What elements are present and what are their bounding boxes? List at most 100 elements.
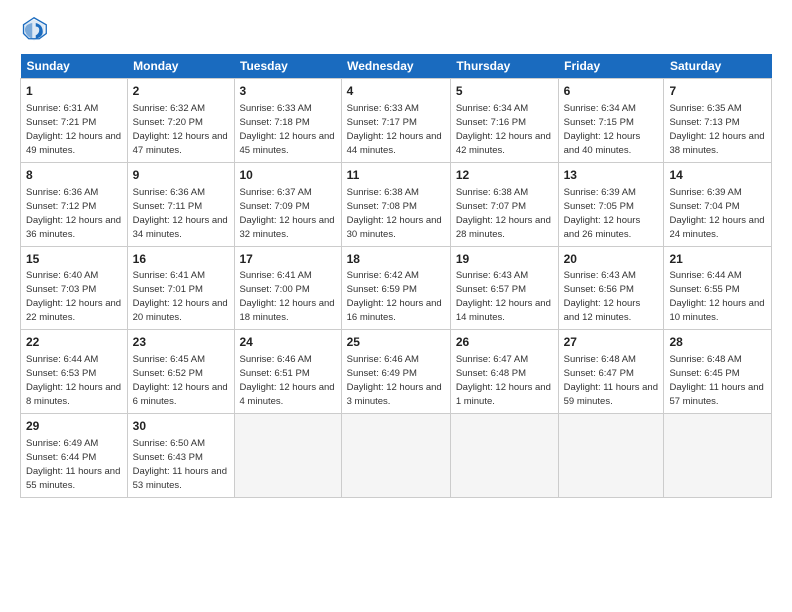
col-thursday: Thursday bbox=[450, 54, 558, 79]
table-row bbox=[450, 414, 558, 498]
cell-info: Sunrise: 6:49 AMSunset: 6:44 PMDaylight:… bbox=[26, 438, 120, 491]
table-row: 25 Sunrise: 6:46 AMSunset: 6:49 PMDaylig… bbox=[341, 330, 450, 414]
calendar-week-row: 15 Sunrise: 6:40 AMSunset: 7:03 PMDaylig… bbox=[21, 246, 772, 330]
day-number: 24 bbox=[240, 334, 336, 351]
cell-info: Sunrise: 6:31 AMSunset: 7:21 PMDaylight:… bbox=[26, 103, 121, 156]
table-row: 13 Sunrise: 6:39 AMSunset: 7:05 PMDaylig… bbox=[558, 162, 664, 246]
cell-info: Sunrise: 6:43 AMSunset: 6:56 PMDaylight:… bbox=[564, 270, 641, 323]
table-row: 5 Sunrise: 6:34 AMSunset: 7:16 PMDayligh… bbox=[450, 79, 558, 163]
table-row: 30 Sunrise: 6:50 AMSunset: 6:43 PMDaylig… bbox=[127, 414, 234, 498]
table-row: 9 Sunrise: 6:36 AMSunset: 7:11 PMDayligh… bbox=[127, 162, 234, 246]
day-number: 16 bbox=[133, 251, 229, 268]
day-number: 10 bbox=[240, 167, 336, 184]
logo-icon bbox=[20, 16, 48, 44]
day-number: 21 bbox=[669, 251, 766, 268]
col-tuesday: Tuesday bbox=[234, 54, 341, 79]
table-row: 15 Sunrise: 6:40 AMSunset: 7:03 PMDaylig… bbox=[21, 246, 128, 330]
table-row bbox=[234, 414, 341, 498]
table-row: 24 Sunrise: 6:46 AMSunset: 6:51 PMDaylig… bbox=[234, 330, 341, 414]
col-friday: Friday bbox=[558, 54, 664, 79]
col-wednesday: Wednesday bbox=[341, 54, 450, 79]
day-number: 26 bbox=[456, 334, 553, 351]
table-row bbox=[341, 414, 450, 498]
table-row: 26 Sunrise: 6:47 AMSunset: 6:48 PMDaylig… bbox=[450, 330, 558, 414]
table-row bbox=[664, 414, 772, 498]
day-number: 29 bbox=[26, 418, 122, 435]
calendar-week-row: 22 Sunrise: 6:44 AMSunset: 6:53 PMDaylig… bbox=[21, 330, 772, 414]
day-number: 6 bbox=[564, 83, 659, 100]
table-row: 16 Sunrise: 6:41 AMSunset: 7:01 PMDaylig… bbox=[127, 246, 234, 330]
table-row: 27 Sunrise: 6:48 AMSunset: 6:47 PMDaylig… bbox=[558, 330, 664, 414]
logo bbox=[20, 16, 52, 44]
table-row: 20 Sunrise: 6:43 AMSunset: 6:56 PMDaylig… bbox=[558, 246, 664, 330]
cell-info: Sunrise: 6:35 AMSunset: 7:13 PMDaylight:… bbox=[669, 103, 764, 156]
table-row: 1 Sunrise: 6:31 AMSunset: 7:21 PMDayligh… bbox=[21, 79, 128, 163]
cell-info: Sunrise: 6:43 AMSunset: 6:57 PMDaylight:… bbox=[456, 270, 551, 323]
table-row: 12 Sunrise: 6:38 AMSunset: 7:07 PMDaylig… bbox=[450, 162, 558, 246]
cell-info: Sunrise: 6:47 AMSunset: 6:48 PMDaylight:… bbox=[456, 354, 551, 407]
day-number: 9 bbox=[133, 167, 229, 184]
cell-info: Sunrise: 6:32 AMSunset: 7:20 PMDaylight:… bbox=[133, 103, 228, 156]
table-row: 6 Sunrise: 6:34 AMSunset: 7:15 PMDayligh… bbox=[558, 79, 664, 163]
day-number: 13 bbox=[564, 167, 659, 184]
table-row: 2 Sunrise: 6:32 AMSunset: 7:20 PMDayligh… bbox=[127, 79, 234, 163]
cell-info: Sunrise: 6:34 AMSunset: 7:16 PMDaylight:… bbox=[456, 103, 551, 156]
day-number: 12 bbox=[456, 167, 553, 184]
table-row: 7 Sunrise: 6:35 AMSunset: 7:13 PMDayligh… bbox=[664, 79, 772, 163]
cell-info: Sunrise: 6:40 AMSunset: 7:03 PMDaylight:… bbox=[26, 270, 121, 323]
cell-info: Sunrise: 6:46 AMSunset: 6:49 PMDaylight:… bbox=[347, 354, 442, 407]
col-sunday: Sunday bbox=[21, 54, 128, 79]
cell-info: Sunrise: 6:33 AMSunset: 7:18 PMDaylight:… bbox=[240, 103, 335, 156]
day-number: 8 bbox=[26, 167, 122, 184]
table-row: 21 Sunrise: 6:44 AMSunset: 6:55 PMDaylig… bbox=[664, 246, 772, 330]
table-row: 23 Sunrise: 6:45 AMSunset: 6:52 PMDaylig… bbox=[127, 330, 234, 414]
day-number: 4 bbox=[347, 83, 445, 100]
day-number: 28 bbox=[669, 334, 766, 351]
table-row bbox=[558, 414, 664, 498]
table-row: 18 Sunrise: 6:42 AMSunset: 6:59 PMDaylig… bbox=[341, 246, 450, 330]
day-number: 30 bbox=[133, 418, 229, 435]
cell-info: Sunrise: 6:39 AMSunset: 7:04 PMDaylight:… bbox=[669, 187, 764, 240]
table-row: 11 Sunrise: 6:38 AMSunset: 7:08 PMDaylig… bbox=[341, 162, 450, 246]
table-row: 3 Sunrise: 6:33 AMSunset: 7:18 PMDayligh… bbox=[234, 79, 341, 163]
cell-info: Sunrise: 6:34 AMSunset: 7:15 PMDaylight:… bbox=[564, 103, 641, 156]
cell-info: Sunrise: 6:38 AMSunset: 7:07 PMDaylight:… bbox=[456, 187, 551, 240]
table-row: 10 Sunrise: 6:37 AMSunset: 7:09 PMDaylig… bbox=[234, 162, 341, 246]
table-row: 14 Sunrise: 6:39 AMSunset: 7:04 PMDaylig… bbox=[664, 162, 772, 246]
page: Sunday Monday Tuesday Wednesday Thursday… bbox=[0, 0, 792, 514]
day-number: 1 bbox=[26, 83, 122, 100]
day-number: 22 bbox=[26, 334, 122, 351]
day-number: 14 bbox=[669, 167, 766, 184]
day-number: 5 bbox=[456, 83, 553, 100]
col-monday: Monday bbox=[127, 54, 234, 79]
cell-info: Sunrise: 6:45 AMSunset: 6:52 PMDaylight:… bbox=[133, 354, 228, 407]
cell-info: Sunrise: 6:46 AMSunset: 6:51 PMDaylight:… bbox=[240, 354, 335, 407]
day-number: 11 bbox=[347, 167, 445, 184]
cell-info: Sunrise: 6:50 AMSunset: 6:43 PMDaylight:… bbox=[133, 438, 227, 491]
calendar-week-row: 29 Sunrise: 6:49 AMSunset: 6:44 PMDaylig… bbox=[21, 414, 772, 498]
day-number: 7 bbox=[669, 83, 766, 100]
cell-info: Sunrise: 6:48 AMSunset: 6:45 PMDaylight:… bbox=[669, 354, 763, 407]
table-row: 4 Sunrise: 6:33 AMSunset: 7:17 PMDayligh… bbox=[341, 79, 450, 163]
table-row: 28 Sunrise: 6:48 AMSunset: 6:45 PMDaylig… bbox=[664, 330, 772, 414]
table-row: 17 Sunrise: 6:41 AMSunset: 7:00 PMDaylig… bbox=[234, 246, 341, 330]
day-number: 2 bbox=[133, 83, 229, 100]
day-number: 27 bbox=[564, 334, 659, 351]
day-number: 17 bbox=[240, 251, 336, 268]
cell-info: Sunrise: 6:36 AMSunset: 7:12 PMDaylight:… bbox=[26, 187, 121, 240]
cell-info: Sunrise: 6:41 AMSunset: 7:01 PMDaylight:… bbox=[133, 270, 228, 323]
day-number: 3 bbox=[240, 83, 336, 100]
cell-info: Sunrise: 6:39 AMSunset: 7:05 PMDaylight:… bbox=[564, 187, 641, 240]
cell-info: Sunrise: 6:42 AMSunset: 6:59 PMDaylight:… bbox=[347, 270, 442, 323]
table-row: 22 Sunrise: 6:44 AMSunset: 6:53 PMDaylig… bbox=[21, 330, 128, 414]
table-row: 8 Sunrise: 6:36 AMSunset: 7:12 PMDayligh… bbox=[21, 162, 128, 246]
day-number: 23 bbox=[133, 334, 229, 351]
day-number: 19 bbox=[456, 251, 553, 268]
cell-info: Sunrise: 6:44 AMSunset: 6:53 PMDaylight:… bbox=[26, 354, 121, 407]
day-number: 20 bbox=[564, 251, 659, 268]
calendar-week-row: 1 Sunrise: 6:31 AMSunset: 7:21 PMDayligh… bbox=[21, 79, 772, 163]
cell-info: Sunrise: 6:36 AMSunset: 7:11 PMDaylight:… bbox=[133, 187, 228, 240]
calendar-table: Sunday Monday Tuesday Wednesday Thursday… bbox=[20, 54, 772, 498]
day-number: 15 bbox=[26, 251, 122, 268]
calendar-header-row: Sunday Monday Tuesday Wednesday Thursday… bbox=[21, 54, 772, 79]
